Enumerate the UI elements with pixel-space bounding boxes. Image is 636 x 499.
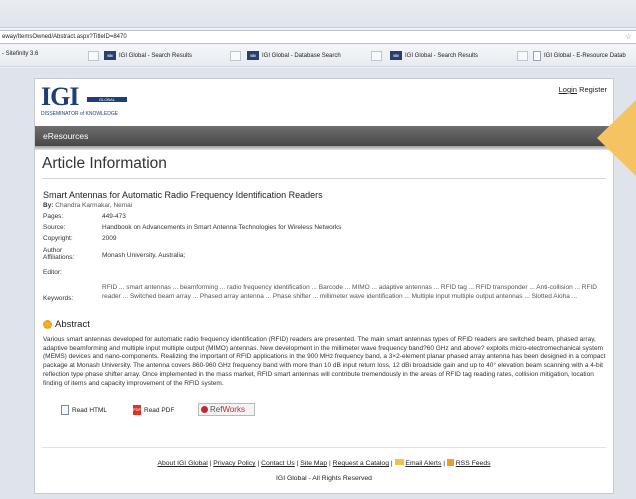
bookmark-label: IGI Global - Search Results <box>405 52 479 59</box>
logo-global: GLOBAL <box>87 97 127 102</box>
refworks-button[interactable]: RefWorks <box>198 403 255 416</box>
html-icon <box>61 405 69 415</box>
meta-value: 2009 <box>102 235 117 242</box>
read-html-link[interactable]: Read HTML <box>61 405 107 415</box>
meta-key: Editor: <box>43 269 62 276</box>
nav-eresources[interactable]: eResources <box>43 131 88 141</box>
bookmarks-bar: - Sitefinity 3.6 IGI IGI Global - Search … <box>0 45 636 67</box>
bookmark-separator <box>371 51 382 61</box>
divider <box>42 178 606 179</box>
footer-link-sitemap[interactable]: Site Map <box>300 460 327 467</box>
abstract-heading-text: Abstract <box>55 319 90 330</box>
footer-link-email-alerts[interactable]: Email Alerts <box>405 460 441 467</box>
refworks-ref: Ref <box>210 405 223 414</box>
footer-link-contact[interactable]: Contact Us <box>261 460 295 467</box>
document-icon <box>533 51 541 61</box>
refworks-works: Works <box>222 405 245 414</box>
refworks-icon <box>201 406 208 413</box>
footer-divider <box>42 447 606 448</box>
footer-links: About IGI Global | Privacy Policy | Cont… <box>35 459 613 467</box>
nav-shadow <box>35 146 613 150</box>
meta-value: Monash University, Australia; <box>102 252 186 259</box>
footer-sep: | <box>329 460 331 467</box>
meta-value: Handbook on Advancements in Smart Antenn… <box>102 224 342 231</box>
abstract-text: Various smart antennas developed for aut… <box>43 336 606 387</box>
bookmark-separator <box>88 51 99 61</box>
igi-favicon-icon: IGI <box>390 51 402 60</box>
bookmark-label: IGI Global - Database Search <box>262 52 341 59</box>
bookmark-sitefinity[interactable]: - Sitefinity 3.6 <box>2 51 38 57</box>
read-pdf-link[interactable]: PDF Read PDF <box>133 405 174 415</box>
igi-favicon-icon: IGI <box>104 51 116 60</box>
keywords-value: RFID ... smart antennas ... beamforming … <box>102 284 597 300</box>
login-link[interactable]: Login <box>559 85 577 94</box>
content-page: IGI GLOBAL DISSEMINATOR of KNOWLEDGE Log… <box>34 78 614 494</box>
bookmark-label: IGI Global - Search Results <box>119 52 193 59</box>
url-text: eway/ItemsOwned/Abstract.aspx?TitleID=84… <box>2 34 127 40</box>
footer-link-catalog[interactable]: Request a Catalog <box>333 460 389 467</box>
site-header: IGI GLOBAL DISSEMINATOR of KNOWLEDGE Log… <box>35 79 613 125</box>
logo-text: IGI <box>41 82 79 111</box>
abstract-heading: Abstract <box>43 319 90 330</box>
pdf-icon: PDF <box>133 405 141 415</box>
footer-link-about[interactable]: About IGI Global <box>157 460 207 467</box>
footer-sep: | <box>209 460 212 467</box>
rss-icon <box>446 459 454 466</box>
bookmark-separator <box>517 51 528 61</box>
footer-sep: | <box>443 460 445 467</box>
star-icon[interactable]: ☆ <box>625 31 632 43</box>
gear-icon <box>43 320 52 329</box>
browser-toolbar <box>0 0 636 28</box>
article-title: Smart Antennas for Automatic Radio Frequ… <box>43 190 323 200</box>
read-html-label: Read HTML <box>72 406 108 414</box>
keywords-label: Keywords: <box>43 295 74 302</box>
logo-tagline: DISSEMINATOR of KNOWLEDGE <box>41 111 119 117</box>
bookmark-label: - Sitefinity 3.6 <box>2 51 39 57</box>
page-title: Article Information <box>42 155 167 172</box>
feedback-tab-triangle[interactable] <box>597 100 636 176</box>
meta-key: Author Affiliations: <box>43 247 75 261</box>
footer-sep: | <box>390 460 393 467</box>
footer-link-privacy[interactable]: Privacy Policy <box>213 460 255 467</box>
article-authors: By: Chandra Karmakar, Nemai <box>43 202 132 209</box>
email-icon <box>394 459 404 465</box>
address-bar[interactable]: eway/ItemsOwned/Abstract.aspx?TitleID=84… <box>0 30 636 44</box>
igi-global-logo[interactable]: IGI GLOBAL DISSEMINATOR of KNOWLEDGE <box>41 84 151 120</box>
bookmark-eresource-database[interactable]: IGI Global - E-Resource Datab <box>533 51 626 61</box>
author-names: Chandra Karmakar, Nemai <box>55 202 133 209</box>
bookmark-label: IGI Global - E-Resource Datab <box>544 53 626 59</box>
by-label: By: <box>43 202 54 209</box>
bookmark-database-search[interactable]: IGI IGI Global - Database Search <box>247 51 341 60</box>
meta-key: Source: <box>43 224 66 231</box>
igi-favicon-icon: IGI <box>247 51 259 60</box>
meta-key: Copyright: <box>43 235 73 242</box>
nav-bar: eResources <box>35 126 613 146</box>
meta-key: Pages: <box>43 213 64 220</box>
footer-link-rss[interactable]: RSS Feeds <box>456 460 491 467</box>
footer-sep: | <box>296 460 299 467</box>
bookmark-separator <box>230 51 241 61</box>
register-link[interactable]: Register <box>579 85 607 94</box>
bookmark-search-results-1[interactable]: IGI IGI Global - Search Results <box>104 51 192 60</box>
footer-copyright: IGI Global - All Rights Reserved <box>276 475 372 482</box>
read-pdf-label: Read PDF <box>144 406 175 414</box>
bookmark-search-results-2[interactable]: IGI IGI Global - Search Results <box>390 51 478 60</box>
footer-sep: | <box>257 460 260 467</box>
account-links: Login Register <box>559 85 607 94</box>
meta-value: 449-473 <box>102 213 126 220</box>
